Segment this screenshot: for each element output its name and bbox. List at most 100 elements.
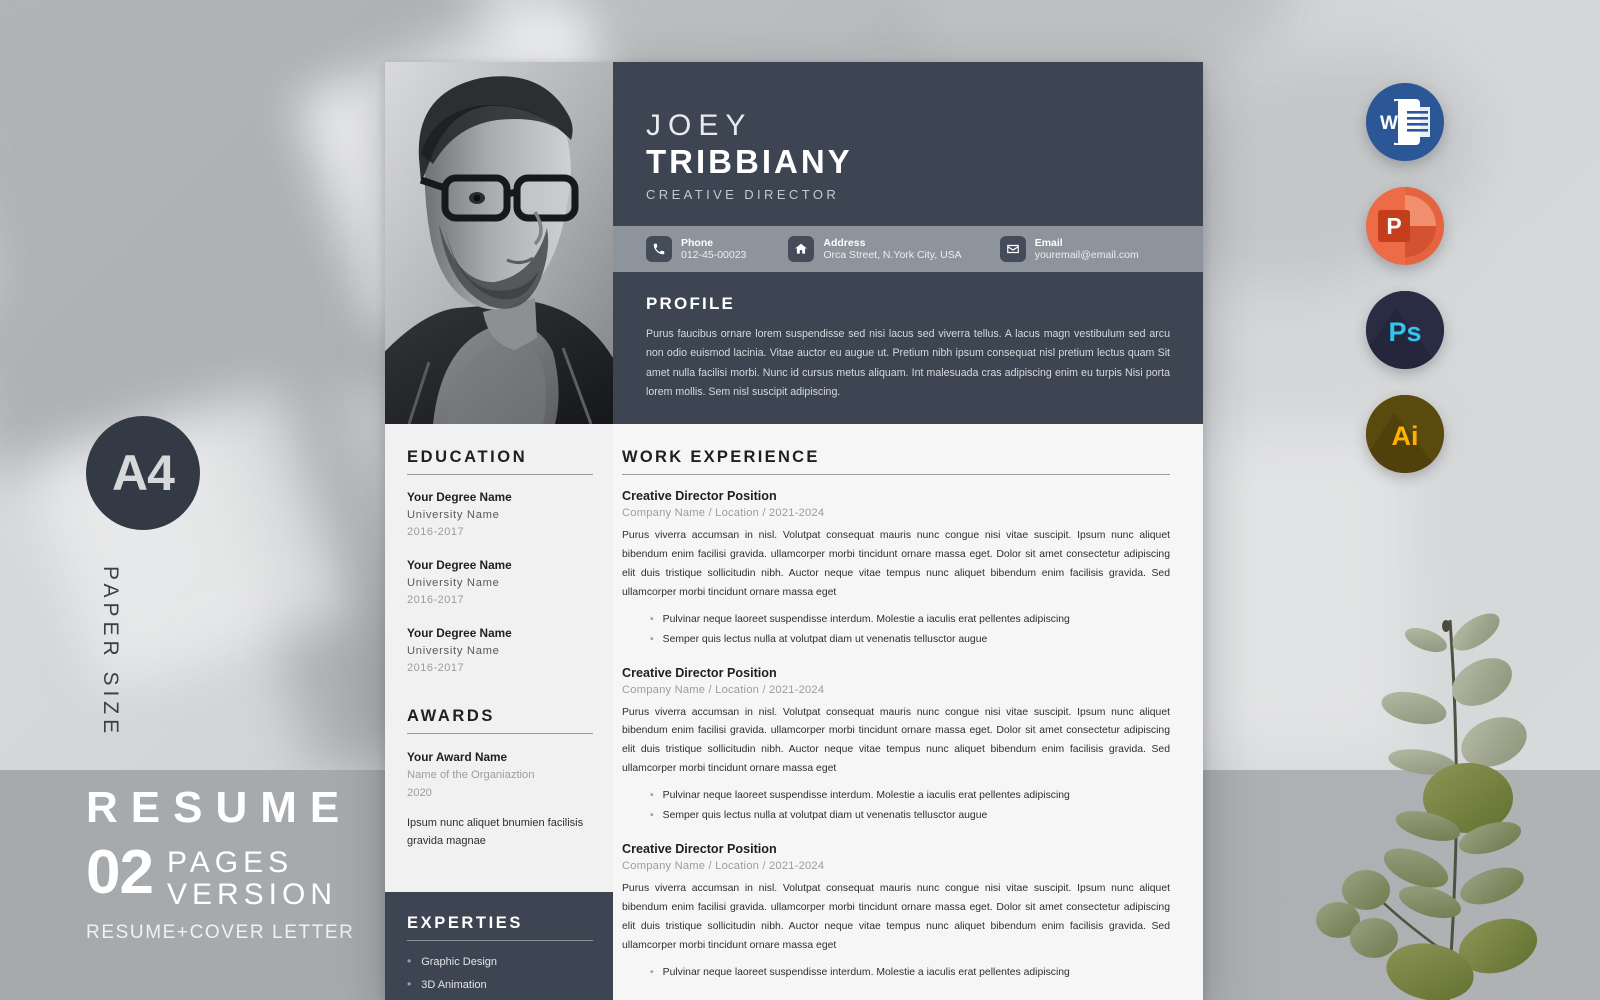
paper-size-block: A4 PAPER SIZE	[86, 416, 200, 738]
illustrator-icon[interactable]: Ai	[1366, 395, 1444, 473]
contact-label: Address	[823, 236, 866, 249]
contact-phone: Phone 012-45-00023	[646, 236, 746, 262]
job-meta: Company Name / Location / 2021-2024	[622, 860, 825, 873]
job-body: Purus viverra accumsan in nisl. Volutpat…	[622, 883, 1170, 951]
app-format-icons: W P Ps Ai	[1366, 83, 1444, 499]
mockup-stage: A4 PAPER SIZE RESUME 02 PAGES VERSION RE…	[0, 0, 1600, 1000]
education-degree: Your Degree Name	[407, 626, 512, 641]
education-heading: EDUCATION	[407, 448, 528, 466]
resume-sidebar: EDUCATION Your Degree Name University Na…	[385, 424, 613, 1000]
experties-heading: EXPERTIES	[407, 914, 524, 932]
svg-text:Ps: Ps	[1388, 317, 1421, 347]
award-name: Your Award Name	[407, 750, 508, 765]
profile-photo	[385, 62, 613, 424]
job-meta: Company Name / Location / 2021-2024	[622, 683, 825, 696]
profile-text: Purus faucibus ornare lorem suspendisse …	[646, 328, 1170, 398]
experties-section: EXPERTIES • Graphic Design • 3D Animatio…	[385, 892, 613, 1000]
awards-heading: AWARDS	[407, 707, 496, 726]
contact-value: youremail@email.com	[1034, 249, 1139, 261]
job-bullets: • Pulvinar neque laoreet suspendisse inte…	[622, 964, 1170, 982]
education-item: Your Degree Name University Name 2016-20…	[407, 557, 593, 609]
job-title: Creative Director Position	[622, 489, 777, 503]
svg-text:P: P	[1386, 213, 1401, 239]
contact-label: Email	[1034, 236, 1063, 249]
resume-header-column: JOEY TRIBBIANY CREATIVE DIRECTOR Phone 0…	[613, 62, 1203, 424]
powerpoint-icon[interactable]: P	[1366, 187, 1444, 265]
contact-label: Phone	[681, 236, 714, 249]
divider	[407, 474, 593, 475]
last-name: TRIBBIANY	[646, 142, 853, 180]
bullet-icon: •	[407, 954, 412, 968]
phone-icon	[646, 236, 672, 262]
education-years: 2016-2017	[407, 594, 465, 607]
bullet-icon: •	[650, 633, 654, 645]
education-university: University Name	[407, 576, 500, 589]
photoshop-icon[interactable]: Ps	[1366, 291, 1444, 369]
divider	[407, 940, 593, 941]
banner-title: RESUME	[86, 783, 353, 832]
job-title: Creative Director Position	[622, 665, 777, 680]
bullet-icon: •	[650, 810, 654, 822]
award-item: Your Award Name Name of the Organiaztion…	[407, 748, 593, 850]
job-entry: Creative Director Position Company Name …	[622, 489, 1170, 649]
svg-text:W: W	[1380, 113, 1398, 134]
job-entry: Creative Director Position Company Name …	[622, 842, 1170, 982]
contact-address: Address Orca Street, N.York City, USA	[788, 236, 962, 262]
divider	[622, 474, 1170, 475]
bullet-icon: •	[407, 977, 412, 992]
word-icon[interactable]: W	[1366, 83, 1444, 161]
award-organization: Name of the Organiaztion	[407, 769, 535, 782]
a4-badge: A4	[86, 416, 200, 530]
education-item: Your Degree Name University Name 2016-20…	[407, 489, 593, 541]
experties-label: Graphic Design	[421, 955, 498, 968]
bullet-icon: •	[650, 790, 654, 802]
experties-label: 3D Animation	[421, 978, 487, 991]
education-item: Your Degree Name University Name 2016-20…	[407, 625, 593, 677]
resume-page: JOEY TRIBBIANY CREATIVE DIRECTOR Phone 0…	[385, 62, 1203, 1000]
job-bullet: Semper quis lectus nulla at volutpat dia…	[662, 633, 988, 645]
work-experience-section: WORK EXPERIENCE Creative Director Positi…	[613, 424, 1203, 1000]
experties-item: • 3D Animation	[407, 977, 593, 992]
paper-size-label: PAPER SIZE	[99, 566, 122, 739]
a4-badge-label: A4	[112, 445, 175, 501]
job-entry: Creative Director Position Company Name …	[622, 666, 1170, 826]
contact-value: 012-45-00023	[681, 249, 747, 261]
bullet-icon: •	[650, 966, 654, 978]
job-bullet: Semper quis lectus nulla at volutpat dia…	[662, 810, 988, 822]
job-title: Creative Director Position	[622, 842, 777, 857]
profile-section: PROFILE Purus faucibus ornare lorem susp…	[613, 272, 1203, 424]
profile-heading: PROFILE	[646, 294, 736, 313]
banner-subtitle: RESUME+COVER LETTER	[86, 921, 355, 943]
resume-body: EDUCATION Your Degree Name University Na…	[385, 424, 1203, 1000]
education-years: 2016-2017	[407, 662, 465, 675]
bullet-icon: •	[650, 613, 654, 625]
job-bullet: Pulvinar neque laoreet suspendisse inter…	[662, 790, 1070, 802]
job-bullet: Pulvinar neque laoreet suspendisse inter…	[662, 966, 1070, 978]
name-block: JOEY TRIBBIANY CREATIVE DIRECTOR	[613, 62, 1203, 226]
mail-icon	[999, 236, 1026, 262]
experties-item: • Graphic Design	[407, 954, 593, 968]
contact-bar: Phone 012-45-00023 Address Orca Street, …	[613, 226, 1203, 272]
banner-page-count: 02	[86, 838, 154, 907]
work-experience-heading: WORK EXPERIENCE	[622, 448, 820, 466]
contact-email: Email youremail@email.com	[999, 236, 1139, 262]
award-year: 2020	[407, 787, 432, 800]
education-degree: Your Degree Name	[407, 490, 512, 504]
job-body: Purus viverra accumsan in nisl. Volutpat…	[622, 530, 1170, 598]
contact-value: Orca Street, N.York City, USA	[823, 249, 962, 261]
divider	[407, 733, 593, 735]
job-bullets: • Pulvinar neque laoreet suspendisse inte…	[622, 611, 1170, 649]
home-icon	[788, 236, 815, 262]
svg-text:Ai: Ai	[1392, 421, 1419, 451]
job-role: CREATIVE DIRECTOR	[646, 187, 840, 203]
award-note: Ipsum nunc aliquet bnumien facilisis gra…	[407, 817, 584, 847]
job-meta: Company Name / Location / 2021-2024	[622, 507, 825, 519]
resume-banner: RESUME 02 PAGES VERSION RESUME+COVER LET…	[86, 786, 354, 944]
job-bullet: Pulvinar neque laoreet suspendisse inter…	[662, 613, 1070, 625]
job-bullets: • Pulvinar neque laoreet suspendisse inte…	[622, 787, 1170, 825]
banner-pages-label: PAGES	[166, 846, 294, 879]
education-university: University Name	[407, 644, 500, 657]
resume-top-section: JOEY TRIBBIANY CREATIVE DIRECTOR Phone 0…	[385, 62, 1203, 424]
banner-version-label: VERSION	[166, 878, 337, 912]
job-body: Purus viverra accumsan in nisl. Volutpat…	[622, 706, 1170, 775]
